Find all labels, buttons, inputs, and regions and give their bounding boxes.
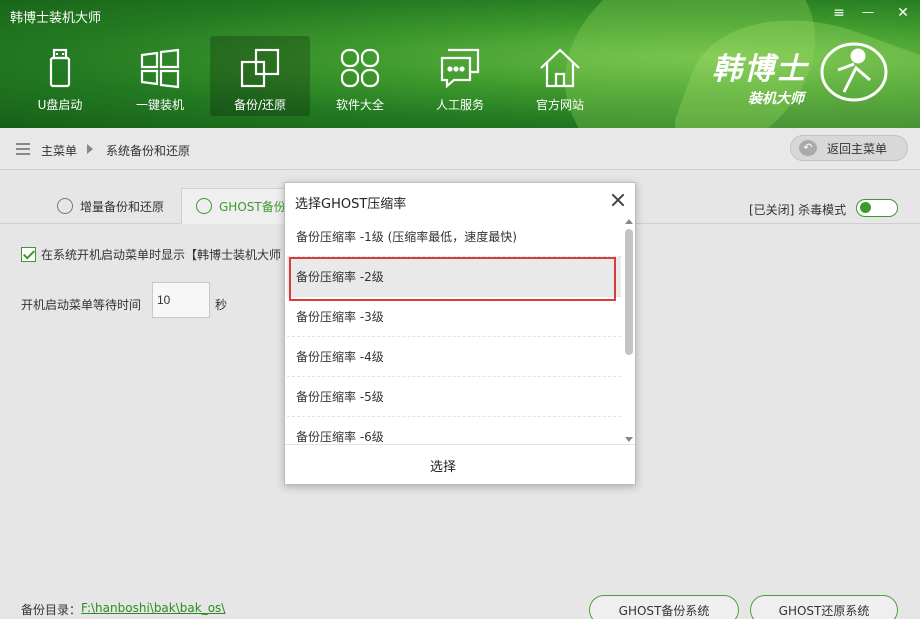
app-title: 韩博士装机大师 <box>10 11 102 26</box>
wait-unit-label: 秒 <box>215 298 228 312</box>
nav-item-usb[interactable]: U盘启动 <box>10 36 110 116</box>
ghost-backup-button[interactable]: GHOST备份系统 <box>589 595 739 619</box>
windows-icon <box>140 48 180 89</box>
incremental-icon <box>57 198 73 214</box>
minimize-icon[interactable]: — <box>858 5 878 19</box>
dialog-title: 选择GHOST压缩率 <box>295 197 407 212</box>
show-menu-label: 在系统开机启动菜单时显示【韩博士装机大师 <box>41 248 282 262</box>
nav-item-website[interactable]: 官方网站 <box>510 36 610 116</box>
main-nav: U盘启动 一键装机 备份/还原 软件大全 人工服务 官方网站 <box>10 36 610 116</box>
compression-dialog: 选择GHOST压缩率 备份压缩率 -1级 (压缩率最低，速度最快) 备份压缩率 … <box>284 182 636 485</box>
back-arrow-icon: ↶ <box>799 140 817 156</box>
compression-list: 备份压缩率 -1级 (压缩率最低，速度最快) 备份压缩率 -2级 备份压缩率 -… <box>287 217 621 444</box>
dialog-footer: 选择 <box>285 444 635 484</box>
tab-incremental-backup[interactable]: 增量备份和还原 <box>57 188 164 224</box>
breadcrumb: 主菜单 系统备份和还原 <box>0 128 920 170</box>
antivirus-toggle[interactable] <box>856 199 898 217</box>
breadcrumb-current: 系统备份和还原 <box>106 144 191 158</box>
tab-label: GHOST备份 <box>219 199 286 214</box>
backup-dir-label: 备份目录： <box>21 603 82 617</box>
show-menu-checkbox[interactable] <box>21 247 36 262</box>
nav-item-backup[interactable]: 备份/还原 <box>210 36 310 116</box>
ghost-icon <box>196 198 212 214</box>
tab-ghost-backup[interactable]: GHOST备份 <box>181 188 291 224</box>
close-icon[interactable]: ✕ <box>893 5 913 21</box>
list-item[interactable]: 备份压缩率 -4级 <box>287 337 621 377</box>
scrollbar[interactable] <box>623 217 635 444</box>
close-icon[interactable] <box>610 192 626 208</box>
ghost-restore-button[interactable]: GHOST还原系统 <box>750 595 898 619</box>
list-item[interactable]: 备份压缩率 -5级 <box>287 377 621 417</box>
back-to-main-button[interactable]: ↶ 返回主菜单 <box>790 135 908 161</box>
list-item[interactable]: 备份压缩率 -2级 <box>287 257 621 297</box>
apps-grid-icon <box>340 48 380 88</box>
tab-label: 增量备份和还原 <box>80 199 165 214</box>
select-button[interactable]: 选择 <box>430 456 456 475</box>
nav-label: 官方网站 <box>535 98 584 112</box>
breadcrumb-root[interactable]: 主菜单 <box>41 142 77 159</box>
list-item[interactable]: 备份压缩率 -3级 <box>287 297 621 337</box>
nav-item-service[interactable]: 人工服务 <box>410 36 510 116</box>
chevron-right-icon <box>87 144 93 154</box>
nav-label: 软件大全 <box>335 98 384 112</box>
list-item[interactable]: 备份压缩率 -6级 <box>287 417 621 444</box>
nav-item-install[interactable]: 一键装机 <box>110 36 210 116</box>
chat-icon <box>440 48 480 89</box>
list-item[interactable]: 备份压缩率 -1级 (压缩率最低，速度最快) <box>287 217 621 257</box>
backup-icon <box>240 48 280 88</box>
back-button-label: 返回主菜单 <box>827 141 888 156</box>
scroll-thumb[interactable] <box>625 229 633 355</box>
brand-logo-text: 韩博士 装机大师 <box>712 52 808 107</box>
menu-icon[interactable]: ≡ <box>829 5 849 21</box>
nav-item-software[interactable]: 软件大全 <box>310 36 410 116</box>
show-menu-option: 在系统开机启动菜单时显示【韩博士装机大师 <box>21 246 281 263</box>
backup-dir-link[interactable]: F:\hanboshi\bak\bak_os\ <box>81 601 225 615</box>
usb-drive-icon <box>49 48 71 88</box>
wait-time-label: 开机启动菜单等待时间 <box>21 298 142 312</box>
brand-logo-icon <box>820 42 888 102</box>
nav-label: 一键装机 <box>135 98 184 112</box>
antivirus-status: [已关闭] 杀毒模式 <box>749 203 847 217</box>
scroll-up-icon[interactable] <box>625 219 633 224</box>
nav-label: 备份/还原 <box>233 98 287 112</box>
home-icon <box>540 48 580 88</box>
nav-label: 人工服务 <box>435 98 484 112</box>
scroll-down-icon[interactable] <box>625 437 633 442</box>
header-banner: 韩博士装机大师 ≡ — ✕ U盘启动 一键装机 备份/还原 软件大全 人工服务 … <box>0 0 920 128</box>
nav-label: U盘启动 <box>37 98 83 112</box>
list-icon <box>16 143 30 155</box>
wait-time-input[interactable] <box>152 282 210 318</box>
